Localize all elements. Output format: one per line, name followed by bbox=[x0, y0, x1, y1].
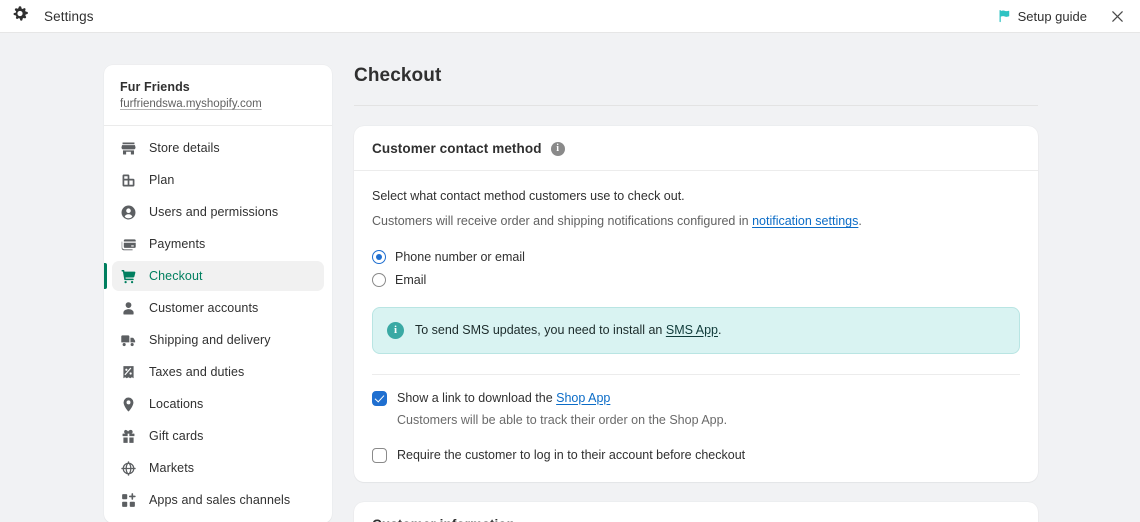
card-body: Select what contact method customers use… bbox=[354, 171, 1038, 482]
sidebar-item-label: Checkout bbox=[149, 269, 203, 283]
sidebar-item-label: Locations bbox=[149, 397, 204, 411]
person-icon bbox=[120, 300, 137, 317]
notice-prefix: Customers will receive order and shippin… bbox=[372, 214, 753, 229]
sidebar-item-store-details[interactable]: Store details bbox=[112, 133, 324, 163]
top-bar-right: Setup guide bbox=[997, 8, 1126, 25]
card-header: Customer information bbox=[354, 502, 1038, 522]
sidebar-item-label: Payments bbox=[149, 237, 206, 251]
globe-target-icon bbox=[120, 460, 137, 477]
page-container: Fur Friends furfriendswa.myshopify.com S… bbox=[0, 33, 1140, 522]
shop-app-checkbox[interactable] bbox=[372, 390, 387, 406]
sidebar-item-label: Store details bbox=[149, 141, 220, 155]
shop-app-checkbox-row[interactable]: Show a link to download the Shop App bbox=[372, 390, 1020, 408]
sidebar-item-label: Shipping and delivery bbox=[149, 333, 271, 347]
top-bar-title: Settings bbox=[44, 8, 94, 24]
sidebar-item-label: Gift cards bbox=[149, 429, 204, 443]
sidebar-item-checkout[interactable]: Checkout bbox=[104, 261, 324, 291]
top-bar: Settings Setup guide bbox=[0, 0, 1140, 33]
top-bar-left: Settings bbox=[10, 6, 94, 26]
shopping-cart-icon bbox=[120, 268, 137, 285]
store-icon bbox=[120, 140, 137, 157]
sidebar-item-payments[interactable]: Payments bbox=[112, 229, 324, 259]
sidebar-item-markets[interactable]: Markets bbox=[112, 453, 324, 483]
radio-button[interactable] bbox=[372, 273, 386, 288]
sidebar-item-gift-cards[interactable]: Gift cards bbox=[112, 421, 324, 451]
store-url-link[interactable]: furfriendswa.myshopify.com bbox=[120, 98, 262, 110]
sidebar-item-domains[interactable]: Domains bbox=[112, 517, 324, 522]
banner-text-prefix: To send SMS updates, you need to install… bbox=[415, 322, 666, 337]
contact-method-radio-group: Phone number or email Email bbox=[372, 246, 1020, 292]
truck-icon bbox=[120, 332, 137, 349]
card-title: Customer contact method bbox=[372, 141, 542, 156]
notice-suffix: . bbox=[858, 214, 862, 229]
sidebar-item-locations[interactable]: Locations bbox=[112, 389, 324, 419]
user-circle-icon bbox=[120, 204, 137, 221]
sidebar-item-label: Taxes and duties bbox=[149, 365, 245, 379]
store-name: Fur Friends bbox=[120, 80, 190, 94]
sidebar-item-users-and-permissions[interactable]: Users and permissions bbox=[112, 197, 324, 227]
map-pin-icon bbox=[120, 396, 137, 413]
flag-icon bbox=[997, 9, 1011, 23]
notification-settings-link[interactable]: notification settings bbox=[752, 214, 858, 228]
store-block: Fur Friends furfriendswa.myshopify.com bbox=[104, 65, 332, 126]
require-login-checkbox-label: Require the customer to log in to their … bbox=[397, 447, 746, 462]
info-icon: i bbox=[387, 321, 404, 339]
payment-card-icon bbox=[120, 236, 137, 253]
close-icon[interactable] bbox=[1109, 8, 1126, 25]
sms-app-link[interactable]: SMS App bbox=[666, 323, 718, 337]
section-divider bbox=[372, 373, 1020, 375]
radio-label: Email bbox=[395, 273, 427, 288]
main-content: Checkout Customer contact method i Selec… bbox=[354, 65, 1038, 522]
receipt-percent-icon bbox=[120, 364, 137, 381]
setup-guide-label: Setup guide bbox=[1017, 8, 1087, 24]
radio-option-email[interactable]: Email bbox=[372, 269, 1020, 292]
sidebar-item-label: Users and permissions bbox=[149, 205, 279, 219]
sidebar-item-label: Markets bbox=[149, 461, 195, 475]
sidebar-item-shipping-and-delivery[interactable]: Shipping and delivery bbox=[112, 325, 324, 355]
shop-app-checkbox-block: Show a link to download the Shop App Cus… bbox=[372, 390, 1020, 465]
gift-icon bbox=[120, 428, 137, 445]
shop-app-sublabel: Customers will be able to track their or… bbox=[397, 413, 728, 427]
contact-description: Select what contact method customers use… bbox=[372, 189, 685, 203]
info-icon[interactable]: i bbox=[550, 141, 565, 156]
card-title: Customer information bbox=[372, 517, 515, 522]
sidebar-item-apps-and-sales-channels[interactable]: Apps and sales channels bbox=[112, 485, 324, 515]
page-title: Checkout bbox=[354, 65, 442, 86]
radio-button[interactable] bbox=[372, 250, 386, 265]
shop-app-checkbox-label: Show a link to download the Shop App bbox=[397, 390, 610, 408]
require-login-checkbox[interactable] bbox=[372, 447, 387, 463]
shop-app-link[interactable]: Shop App bbox=[556, 391, 610, 405]
notification-notice: Customers will receive order and shippin… bbox=[372, 212, 1020, 231]
sidebar-item-label: Plan bbox=[149, 173, 175, 187]
gear-icon bbox=[10, 6, 30, 26]
customer-information-card: Customer information bbox=[354, 502, 1038, 522]
banner-text-suffix: . bbox=[717, 322, 722, 337]
sidebar-item-label: Customer accounts bbox=[149, 301, 259, 315]
sidebar-nav: Store details Plan Users and permissions… bbox=[104, 126, 332, 522]
sms-info-banner: i To send SMS updates, you need to insta… bbox=[372, 306, 1020, 354]
plan-icon bbox=[120, 172, 137, 189]
require-login-checkbox-row[interactable]: Require the customer to log in to their … bbox=[372, 447, 1020, 465]
shop-app-label-prefix: Show a link to download the bbox=[397, 390, 557, 405]
sidebar-item-customer-accounts[interactable]: Customer accounts bbox=[112, 293, 324, 323]
sidebar-item-taxes-and-duties[interactable]: Taxes and duties bbox=[112, 357, 324, 387]
sidebar-item-plan[interactable]: Plan bbox=[112, 165, 324, 195]
radio-label: Phone number or email bbox=[395, 250, 525, 265]
radio-option-phone-or-email[interactable]: Phone number or email bbox=[372, 246, 1020, 269]
setup-guide-button[interactable]: Setup guide bbox=[997, 9, 1087, 24]
settings-sidebar: Fur Friends furfriendswa.myshopify.com S… bbox=[104, 65, 332, 522]
main-header: Checkout bbox=[354, 65, 1038, 106]
apps-grid-plus-icon bbox=[120, 492, 137, 509]
card-header: Customer contact method i bbox=[354, 126, 1038, 171]
customer-contact-method-card: Customer contact method i Select what co… bbox=[354, 126, 1038, 482]
sidebar-item-label: Apps and sales channels bbox=[149, 493, 291, 507]
banner-text: To send SMS updates, you need to install… bbox=[415, 321, 721, 340]
